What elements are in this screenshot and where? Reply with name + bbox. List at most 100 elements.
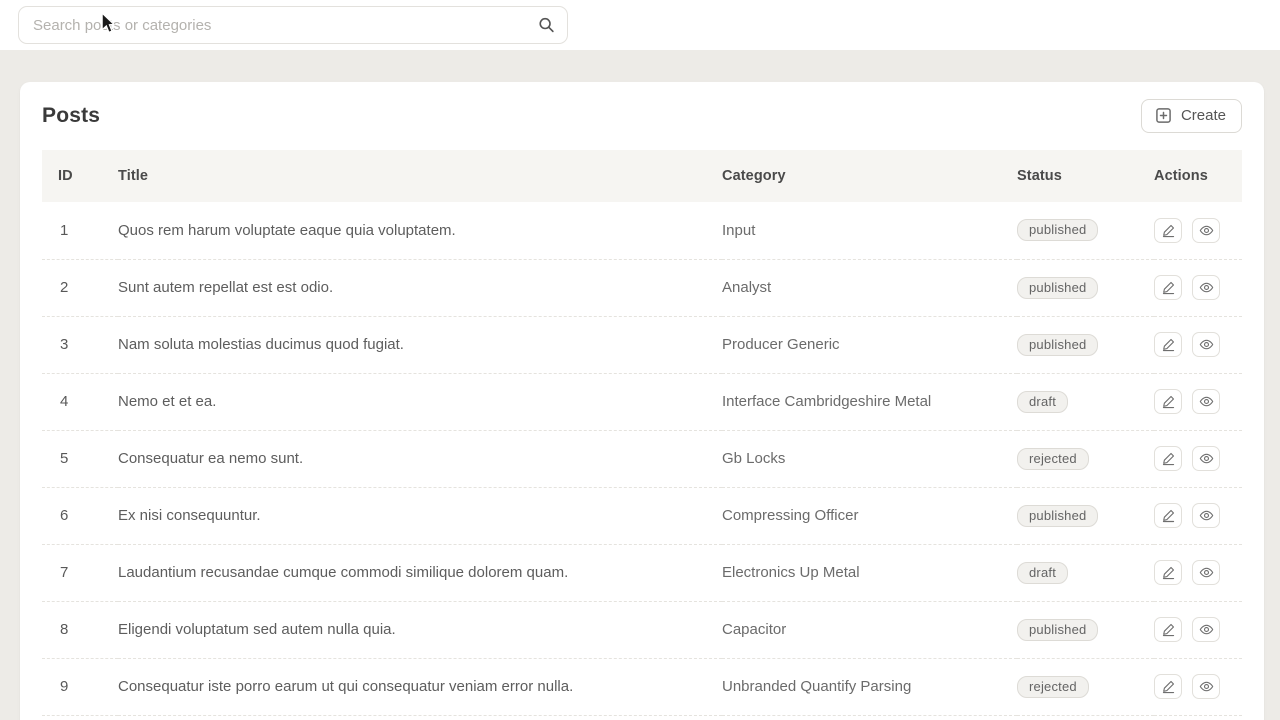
pencil-icon <box>1161 508 1176 523</box>
view-button[interactable] <box>1192 275 1220 300</box>
column-header-id: ID <box>42 150 118 202</box>
view-button[interactable] <box>1192 674 1220 699</box>
cell-id: 1 <box>42 202 118 259</box>
status-badge: draft <box>1017 562 1068 584</box>
view-button[interactable] <box>1192 503 1220 528</box>
pencil-icon <box>1161 451 1176 466</box>
view-button[interactable] <box>1192 332 1220 357</box>
cell-title: Consequatur iste porro earum ut qui cons… <box>118 658 722 715</box>
cell-title: Sunt autem repellat est est odio. <box>118 259 722 316</box>
status-badge: published <box>1017 619 1098 641</box>
edit-button[interactable] <box>1154 503 1182 528</box>
create-button-label: Create <box>1181 107 1226 124</box>
table-row: 4 Nemo et et ea. Interface Cambridgeshir… <box>42 373 1242 430</box>
cell-title: Laudantium recusandae cumque commodi sim… <box>118 544 722 601</box>
cell-id: 4 <box>42 373 118 430</box>
edit-button[interactable] <box>1154 389 1182 414</box>
cell-id: 5 <box>42 430 118 487</box>
pencil-icon <box>1161 622 1176 637</box>
eye-icon <box>1199 508 1214 523</box>
cell-category: Capacitor <box>722 601 1017 658</box>
cell-category: Compressing Officer <box>722 487 1017 544</box>
column-header-category: Category <box>722 150 1017 202</box>
column-header-title: Title <box>118 150 722 202</box>
table-row: 1 Quos rem harum voluptate eaque quia vo… <box>42 202 1242 259</box>
eye-icon <box>1199 280 1214 295</box>
edit-button[interactable] <box>1154 560 1182 585</box>
edit-button[interactable] <box>1154 332 1182 357</box>
eye-icon <box>1199 223 1214 238</box>
page-title: Posts <box>42 104 100 128</box>
create-button[interactable]: Create <box>1141 99 1242 133</box>
pencil-icon <box>1161 280 1176 295</box>
view-button[interactable] <box>1192 389 1220 414</box>
view-button[interactable] <box>1192 446 1220 471</box>
eye-icon <box>1199 451 1214 466</box>
posts-card: Posts Create ID Title Category Status Ac… <box>20 82 1264 720</box>
table-row: 5 Consequatur ea nemo sunt. Gb Locks rej… <box>42 430 1242 487</box>
eye-icon <box>1199 337 1214 352</box>
cell-status: published <box>1017 487 1154 544</box>
cell-actions <box>1154 430 1242 487</box>
table-row: 3 Nam soluta molestias ducimus quod fugi… <box>42 316 1242 373</box>
cell-status: published <box>1017 316 1154 373</box>
cell-actions <box>1154 601 1242 658</box>
table-row: 6 Ex nisi consequuntur. Compressing Offi… <box>42 487 1242 544</box>
status-badge: published <box>1017 219 1098 241</box>
status-badge: rejected <box>1017 448 1089 470</box>
cell-category: Analyst <box>722 259 1017 316</box>
table-row: 7 Laudantium recusandae cumque commodi s… <box>42 544 1242 601</box>
cell-title: Quos rem harum voluptate eaque quia volu… <box>118 202 722 259</box>
status-badge: rejected <box>1017 676 1089 698</box>
view-button[interactable] <box>1192 560 1220 585</box>
cell-status: rejected <box>1017 658 1154 715</box>
cell-actions <box>1154 373 1242 430</box>
eye-icon <box>1199 565 1214 580</box>
cell-title: Nemo et et ea. <box>118 373 722 430</box>
cell-id: 7 <box>42 544 118 601</box>
cell-id: 2 <box>42 259 118 316</box>
edit-button[interactable] <box>1154 674 1182 699</box>
cell-title: Consequatur ea nemo sunt. <box>118 430 722 487</box>
edit-button[interactable] <box>1154 446 1182 471</box>
table-header-row: ID Title Category Status Actions <box>42 150 1242 202</box>
cell-id: 3 <box>42 316 118 373</box>
status-badge: draft <box>1017 391 1068 413</box>
edit-button[interactable] <box>1154 617 1182 642</box>
cell-status: rejected <box>1017 430 1154 487</box>
cell-title: Ex nisi consequuntur. <box>118 487 722 544</box>
table-row: 8 Eligendi voluptatum sed autem nulla qu… <box>42 601 1242 658</box>
eye-icon <box>1199 622 1214 637</box>
table-row: 9 Consequatur iste porro earum ut qui co… <box>42 658 1242 715</box>
table-row: 2 Sunt autem repellat est est odio. Anal… <box>42 259 1242 316</box>
cell-status: published <box>1017 202 1154 259</box>
cell-category: Interface Cambridgeshire Metal <box>722 373 1017 430</box>
column-header-status: Status <box>1017 150 1154 202</box>
cell-category: Unbranded Quantify Parsing <box>722 658 1017 715</box>
cell-id: 6 <box>42 487 118 544</box>
edit-button[interactable] <box>1154 275 1182 300</box>
pencil-icon <box>1161 337 1176 352</box>
cell-actions <box>1154 259 1242 316</box>
view-button[interactable] <box>1192 617 1220 642</box>
cell-actions <box>1154 544 1242 601</box>
cell-status: published <box>1017 601 1154 658</box>
status-badge: published <box>1017 334 1098 356</box>
cell-actions <box>1154 487 1242 544</box>
pencil-icon <box>1161 223 1176 238</box>
pencil-icon <box>1161 565 1176 580</box>
view-button[interactable] <box>1192 218 1220 243</box>
cell-id: 9 <box>42 658 118 715</box>
topbar <box>0 0 1280 50</box>
cell-status: published <box>1017 259 1154 316</box>
edit-button[interactable] <box>1154 218 1182 243</box>
status-badge: published <box>1017 505 1098 527</box>
cell-category: Input <box>722 202 1017 259</box>
search-input[interactable] <box>18 6 568 44</box>
search-icon[interactable] <box>538 17 555 34</box>
cell-title: Nam soluta molestias ducimus quod fugiat… <box>118 316 722 373</box>
cell-category: Gb Locks <box>722 430 1017 487</box>
cell-status: draft <box>1017 373 1154 430</box>
plus-square-icon <box>1155 107 1172 124</box>
eye-icon <box>1199 679 1214 694</box>
